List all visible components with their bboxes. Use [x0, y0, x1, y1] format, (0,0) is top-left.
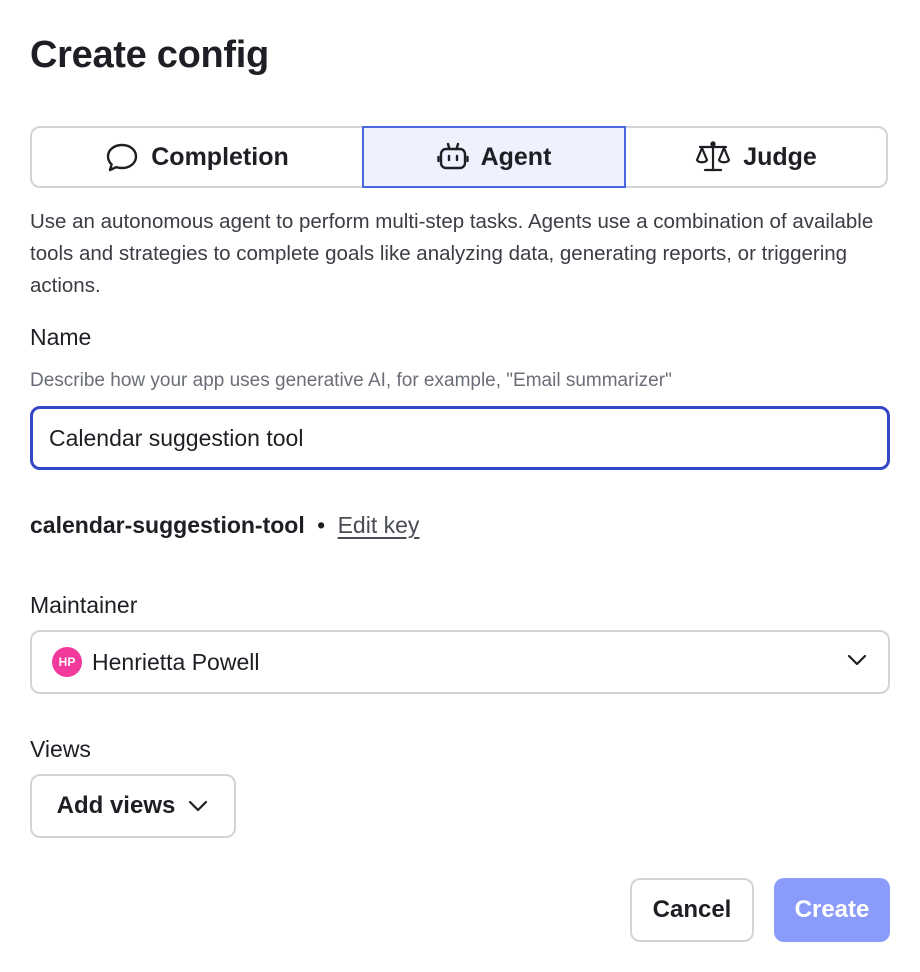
name-input[interactable]: [30, 406, 890, 470]
tab-judge[interactable]: Judge: [626, 128, 886, 186]
chevron-down-icon: [187, 792, 209, 820]
maintainer-label: Maintainer: [30, 592, 138, 618]
avatar: HP: [52, 647, 82, 677]
scale-icon: [695, 140, 731, 174]
chevron-down-icon: [846, 653, 868, 672]
add-views-button[interactable]: Add views: [30, 774, 236, 838]
edit-key-link[interactable]: Edit key: [338, 512, 420, 538]
tab-completion[interactable]: Completion: [32, 128, 362, 186]
key-row: calendar-suggestion-tool • Edit key: [30, 512, 419, 539]
tab-agent[interactable]: Agent: [362, 126, 626, 188]
robot-icon: [436, 141, 469, 173]
views-label: Views: [30, 736, 91, 762]
config-type-tabs: Completion Agent Judge: [30, 126, 888, 188]
create-button[interactable]: Create: [774, 878, 890, 942]
agent-description: Use an autonomous agent to perform multi…: [30, 210, 874, 297]
add-views-label: Add views: [56, 792, 176, 819]
maintainer-value: Henrietta Powell: [92, 648, 260, 675]
name-hint: Describe how your app uses generative AI…: [30, 370, 672, 391]
dialog-title: Create config: [30, 34, 269, 76]
config-key: calendar-suggestion-tool: [30, 512, 305, 538]
tab-judge-label: Judge: [743, 142, 817, 171]
cancel-button[interactable]: Cancel: [630, 878, 754, 942]
key-separator: •: [317, 512, 326, 538]
name-label: Name: [30, 324, 92, 350]
chat-bubble-icon: [105, 141, 139, 173]
tab-completion-label: Completion: [151, 142, 289, 171]
tab-agent-label: Agent: [480, 142, 552, 171]
create-config-dialog: Create config Completion Agent Judge Use…: [0, 0, 920, 972]
maintainer-select[interactable]: HP Henrietta Powell: [30, 630, 890, 694]
